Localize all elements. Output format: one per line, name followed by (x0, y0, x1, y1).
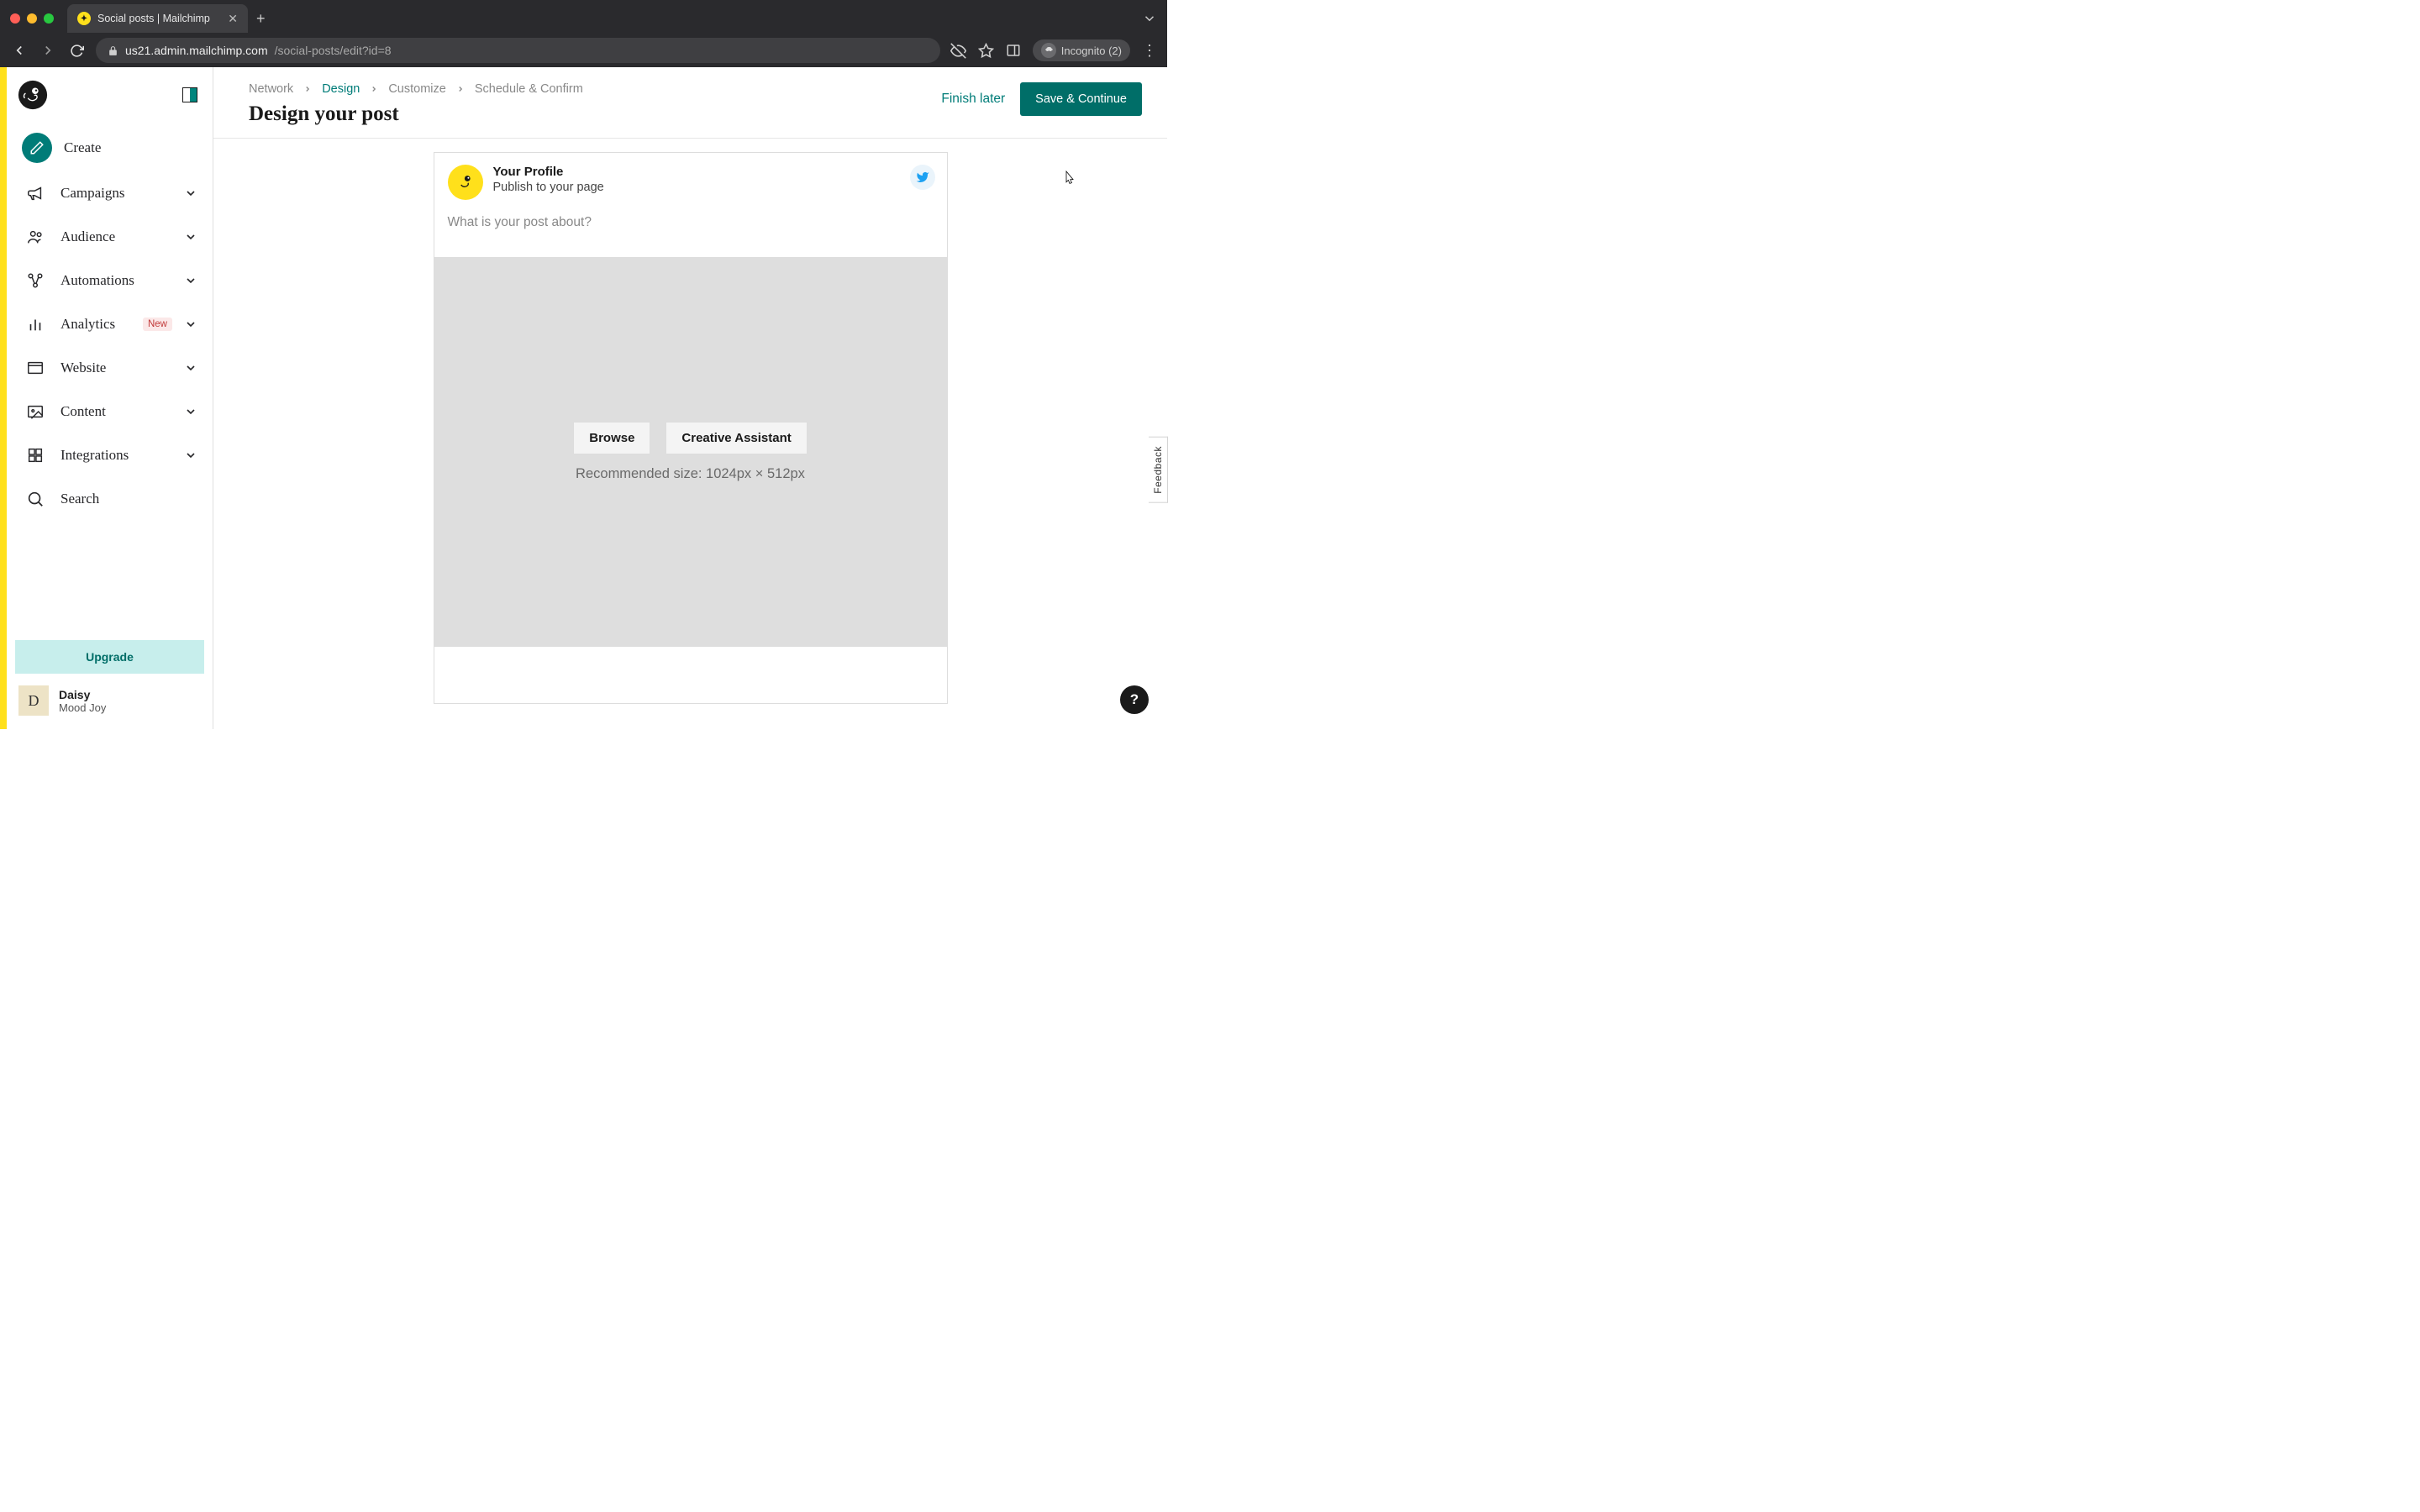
chevron-right-icon (456, 85, 465, 93)
sidebar-item-automations[interactable]: Automations (13, 259, 206, 302)
sidebar-collapse-toggle[interactable] (182, 87, 197, 102)
feedback-tab[interactable]: Feedback (1149, 437, 1168, 503)
page-title: Design your post (249, 102, 583, 126)
page-header: Network Design Customize Schedule & Conf… (213, 67, 1167, 139)
people-icon (22, 223, 49, 250)
close-tab-icon[interactable]: ✕ (228, 13, 238, 24)
window-icon (22, 354, 49, 381)
sidebar-item-label: Create (64, 139, 197, 156)
pencil-icon (22, 133, 52, 163)
maximize-window-icon[interactable] (44, 13, 54, 24)
help-button[interactable]: ? (1120, 685, 1149, 714)
incognito-badge[interactable]: Incognito (2) (1033, 39, 1130, 61)
mailchimp-logo-icon[interactable] (17, 79, 49, 111)
profile-sub: Publish to your page (493, 181, 604, 194)
breadcrumb: Network Design Customize Schedule & Conf… (249, 82, 583, 96)
megaphone-icon (22, 180, 49, 207)
sidebar-item-label: Analytics (60, 316, 131, 333)
incognito-label: Incognito (2) (1061, 45, 1122, 57)
chevron-down-icon (184, 449, 197, 462)
image-icon (22, 398, 49, 425)
chevron-down-icon (184, 274, 197, 287)
creative-assistant-button[interactable]: Creative Assistant (666, 422, 807, 454)
back-button[interactable] (10, 43, 29, 58)
upgrade-button[interactable]: Upgrade (15, 640, 204, 674)
profile-avatar-icon (448, 165, 483, 200)
sidebar-item-label: Search (60, 491, 197, 507)
sidebar-item-website[interactable]: Website (13, 346, 206, 390)
bookmark-star-icon[interactable] (978, 43, 994, 59)
sidebar-item-campaigns[interactable]: Campaigns (13, 171, 206, 215)
sidebar-item-label: Content (60, 403, 172, 420)
brand-strip (0, 67, 7, 729)
close-window-icon[interactable] (10, 13, 20, 24)
crumb-schedule[interactable]: Schedule & Confirm (475, 82, 583, 96)
sidebar-nav: Create Campaigns Audience (7, 119, 213, 521)
user-sub: Mood Joy (59, 701, 106, 714)
tab-bar: ✦ Social posts | Mailchimp ✕ + (0, 0, 1167, 34)
sidebar-item-integrations[interactable]: Integrations (13, 433, 206, 477)
post-card: Your Profile Publish to your page Browse… (434, 152, 948, 704)
media-dropzone[interactable]: Browse Creative Assistant Recommended si… (434, 257, 947, 647)
search-icon (22, 486, 49, 512)
main-content: Network Design Customize Schedule & Conf… (213, 67, 1167, 729)
editor-canvas: Your Profile Publish to your page Browse… (213, 139, 1167, 729)
lock-icon (108, 45, 118, 56)
chevron-down-icon (184, 318, 197, 331)
browser-tab[interactable]: ✦ Social posts | Mailchimp ✕ (67, 4, 248, 33)
chevron-down-icon (184, 405, 197, 418)
panel-icon[interactable] (1006, 43, 1021, 58)
forward-button[interactable] (39, 43, 57, 58)
twitter-icon (910, 165, 935, 190)
new-tab-button[interactable]: + (256, 10, 266, 28)
sidebar-item-label: Automations (60, 272, 172, 289)
flow-icon (22, 267, 49, 294)
app-root: Create Campaigns Audience (0, 67, 1167, 729)
incognito-icon (1041, 43, 1056, 58)
minimize-window-icon[interactable] (27, 13, 37, 24)
expand-tabs-icon[interactable] (1142, 11, 1157, 26)
chevron-down-icon (184, 230, 197, 244)
sidebar-item-label: Integrations (60, 447, 172, 464)
chevron-down-icon (184, 186, 197, 200)
sidebar-item-label: Campaigns (60, 185, 172, 202)
sidebar: Create Campaigns Audience (7, 67, 213, 729)
sidebar-item-audience[interactable]: Audience (13, 215, 206, 259)
finish-later-link[interactable]: Finish later (941, 92, 1005, 107)
sidebar-item-analytics[interactable]: Analytics New (13, 302, 206, 346)
size-hint: Recommended size: 1024px × 512px (576, 466, 805, 482)
browser-menu-icon[interactable]: ⋮ (1142, 42, 1157, 60)
chevron-right-icon (370, 85, 378, 93)
crumb-design[interactable]: Design (322, 82, 360, 96)
eye-off-icon[interactable] (950, 43, 966, 59)
sidebar-item-create[interactable]: Create (13, 124, 206, 171)
grid-icon (22, 442, 49, 469)
user-name: Daisy (59, 688, 106, 701)
address-bar[interactable]: us21.admin.mailchimp.com/social-posts/ed… (96, 38, 940, 63)
user-menu[interactable]: D Daisy Mood Joy (15, 674, 204, 719)
favicon-icon: ✦ (77, 12, 91, 25)
url-host: us21.admin.mailchimp.com (125, 44, 268, 57)
window-controls (10, 13, 54, 24)
bars-icon (22, 311, 49, 338)
address-bar-row: us21.admin.mailchimp.com/social-posts/ed… (0, 34, 1167, 67)
chevron-right-icon (303, 85, 312, 93)
sidebar-item-label: Website (60, 360, 172, 376)
url-path: /social-posts/edit?id=8 (275, 44, 392, 57)
sidebar-item-content[interactable]: Content (13, 390, 206, 433)
crumb-network[interactable]: Network (249, 82, 293, 96)
sidebar-item-search[interactable]: Search (13, 477, 206, 521)
browser-chrome: ✦ Social posts | Mailchimp ✕ + us21.admi… (0, 0, 1167, 67)
avatar: D (18, 685, 49, 716)
reload-button[interactable] (67, 44, 86, 58)
crumb-customize[interactable]: Customize (388, 82, 446, 96)
browse-button[interactable]: Browse (573, 422, 650, 454)
new-badge: New (143, 318, 172, 331)
save-continue-button[interactable]: Save & Continue (1020, 82, 1142, 116)
tab-title: Social posts | Mailchimp (97, 13, 221, 24)
profile-name: Your Profile (493, 165, 604, 179)
sidebar-item-label: Audience (60, 228, 172, 245)
post-text-input[interactable] (434, 208, 947, 257)
chevron-down-icon (184, 361, 197, 375)
